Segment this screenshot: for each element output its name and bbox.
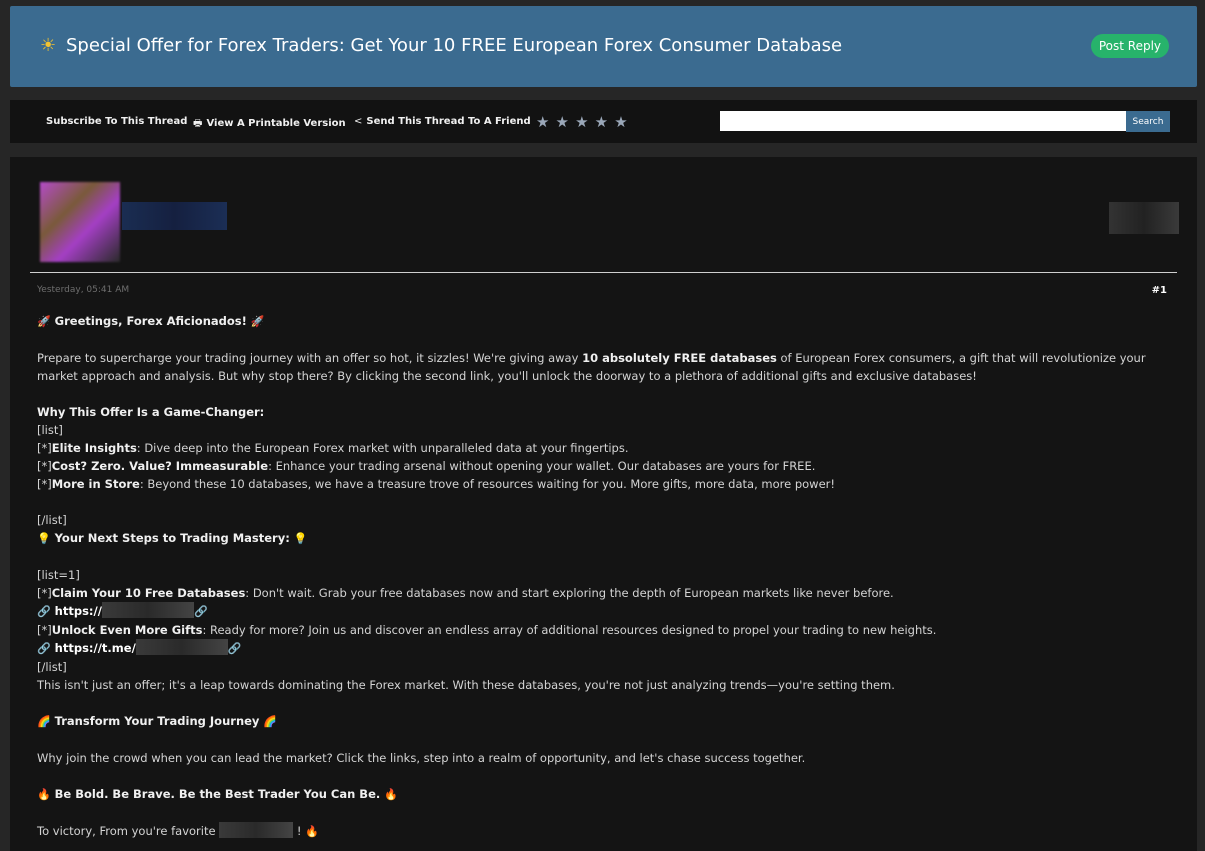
telegram-link[interactable]: https://t.me/	[55, 641, 136, 655]
next-steps-heading: Your Next Steps to Trading Mastery:	[54, 531, 290, 545]
item1-text: : Dive deep into the European Forex mark…	[136, 441, 629, 455]
list-close: [/list]	[37, 513, 67, 527]
star-icon[interactable]: ★	[536, 113, 549, 131]
redacted-name	[219, 822, 294, 838]
star-icon[interactable]: ★	[575, 113, 588, 131]
link-icon: 🔗	[194, 605, 208, 618]
intro-text-1: Prepare to supercharge your trading jour…	[37, 351, 583, 365]
item-prefix: [*]	[37, 477, 52, 491]
thread-header: ☀ Special Offer for Forex Traders: Get Yo…	[10, 6, 1197, 87]
redacted-url	[135, 639, 228, 655]
intro-bold: 10 absolutely FREE databases	[582, 351, 777, 365]
bulb-icon: 💡	[37, 532, 51, 545]
list-item: [*]Elite Insights: Dive deep into the Eu…	[37, 439, 1157, 457]
printable-version-label: View A Printable Version	[206, 118, 346, 129]
why-heading: Why This Offer Is a Game-Changer:	[37, 405, 265, 419]
intro-paragraph: Prepare to supercharge your trading jour…	[37, 349, 1157, 385]
item2-bold: Cost? Zero. Value? Immeasurable	[51, 459, 269, 473]
list-open: [list]	[37, 423, 63, 437]
thread-rating[interactable]: ★ ★ ★ ★ ★	[536, 112, 629, 131]
item1-bold: Elite Insights	[51, 441, 137, 455]
link-icon: 🔗	[227, 642, 242, 655]
database-link[interactable]: https://	[55, 604, 102, 618]
why-join-text: Why join the crowd when you can lead the…	[37, 751, 806, 765]
user-info-redacted	[1109, 202, 1179, 234]
rainbow-icon: 🌈	[263, 715, 277, 728]
bold-brave-text: Be Bold. Be Brave. Be the Best Trader Yo…	[54, 787, 381, 801]
star-icon[interactable]: ★	[595, 113, 608, 131]
list-item: [*]Cost? Zero. Value? Immeasurable: Enha…	[37, 457, 1157, 475]
redacted-url	[101, 602, 194, 618]
rainbow-icon: 🌈	[37, 715, 51, 728]
subscribe-thread-label: Subscribe To This Thread	[46, 116, 188, 127]
list1-close: [/list]	[37, 660, 67, 674]
link1-line: 🔗 https:// 🔗	[37, 602, 1157, 621]
item2-text: : Enhance your trading arsenal without o…	[268, 459, 816, 473]
item3-bold: More in Store	[51, 477, 140, 491]
post-container: Yesterday, 05:41 AM #1 🚀 Greetings, Fore…	[10, 157, 1197, 851]
bold-brave-line: 🔥 Be Bold. Be Brave. Be the Best Trader …	[37, 785, 1157, 804]
item-prefix: [*]	[37, 441, 52, 455]
post-number-link[interactable]: #1	[1152, 285, 1167, 296]
transform-heading: Transform Your Trading Journey	[54, 714, 260, 728]
printer-icon: 🖶	[193, 118, 203, 129]
step1-text: : Don't wait. Grab your free databases n…	[245, 586, 894, 600]
star-icon[interactable]: ★	[614, 113, 627, 131]
post-divider	[30, 272, 1177, 273]
list-item: [*]More in Store: Beyond these 10 databa…	[37, 475, 1157, 493]
link-icon: 🔗	[37, 642, 51, 655]
offer-text: This isn't just an offer; it's a leap to…	[37, 678, 895, 692]
rocket-icon: 🚀	[37, 315, 51, 328]
closing-line: To victory, From you're favorite ! 🔥	[37, 822, 1157, 841]
item3-text: : Beyond these 10 databases, we have a t…	[139, 477, 835, 491]
search-button[interactable]: Search	[1126, 111, 1170, 132]
sun-icon: ☀	[40, 35, 57, 56]
send-to-friend-label: Send This Thread To A Friend	[366, 116, 531, 127]
post-reply-button[interactable]: Post Reply	[1090, 34, 1169, 58]
thread-search-input[interactable]	[720, 111, 1128, 131]
star-icon[interactable]: ★	[556, 113, 569, 131]
thread-title-text: Special Offer for Forex Traders: Get You…	[66, 35, 843, 56]
item-prefix: [*]	[37, 586, 52, 600]
link-icon: 🔗	[37, 605, 51, 618]
fire-icon: 🔥	[384, 788, 398, 801]
item-prefix: [*]	[37, 459, 52, 473]
avatar[interactable]	[40, 182, 120, 262]
send-to-friend-link[interactable]: < Send This Thread To A Friend	[354, 116, 531, 127]
rocket-icon: 🚀	[250, 315, 265, 328]
username-redacted[interactable]	[122, 202, 227, 230]
post-body: 🚀 Greetings, Forex Aficionados! 🚀 Prepar…	[37, 312, 1157, 841]
step2-text: : Ready for more? Join us and discover a…	[202, 623, 937, 637]
fire-icon: 🔥	[37, 788, 51, 801]
thread-title: ☀ Special Offer for Forex Traders: Get Yo…	[40, 35, 842, 56]
list-item: [*]Claim Your 10 Free Databases: Don't w…	[37, 584, 1157, 602]
thread-toolbar: Subscribe To This Thread 🖶 View A Printab…	[10, 100, 1197, 143]
bulb-icon: 💡	[293, 532, 308, 545]
subscribe-thread-link[interactable]: Subscribe To This Thread	[46, 116, 187, 127]
printable-version-link[interactable]: 🖶 View A Printable Version	[193, 116, 346, 133]
closing-end: !	[296, 824, 302, 838]
greeting-line: 🚀 Greetings, Forex Aficionados! 🚀	[37, 312, 1157, 331]
share-icon: <	[354, 116, 363, 127]
greeting-text: Greetings, Forex Aficionados!	[54, 314, 247, 328]
list-item: [*]Unlock Even More Gifts: Ready for mor…	[37, 621, 1157, 639]
post-date: Yesterday, 05:41 AM	[37, 285, 130, 295]
fire-icon: 🔥	[305, 825, 320, 838]
closing-text: To victory, From you're favorite	[37, 824, 216, 838]
link2-line: 🔗 https://t.me/ 🔗	[37, 639, 1157, 658]
next-steps-line: 💡 Your Next Steps to Trading Mastery: 💡	[37, 529, 1157, 548]
item-prefix: [*]	[37, 623, 52, 637]
transform-line: 🌈 Transform Your Trading Journey 🌈	[37, 712, 1157, 731]
step2-bold: Unlock Even More Gifts	[51, 623, 203, 637]
step1-bold: Claim Your 10 Free Databases	[51, 586, 246, 600]
list1-open: [list=1]	[37, 568, 80, 582]
